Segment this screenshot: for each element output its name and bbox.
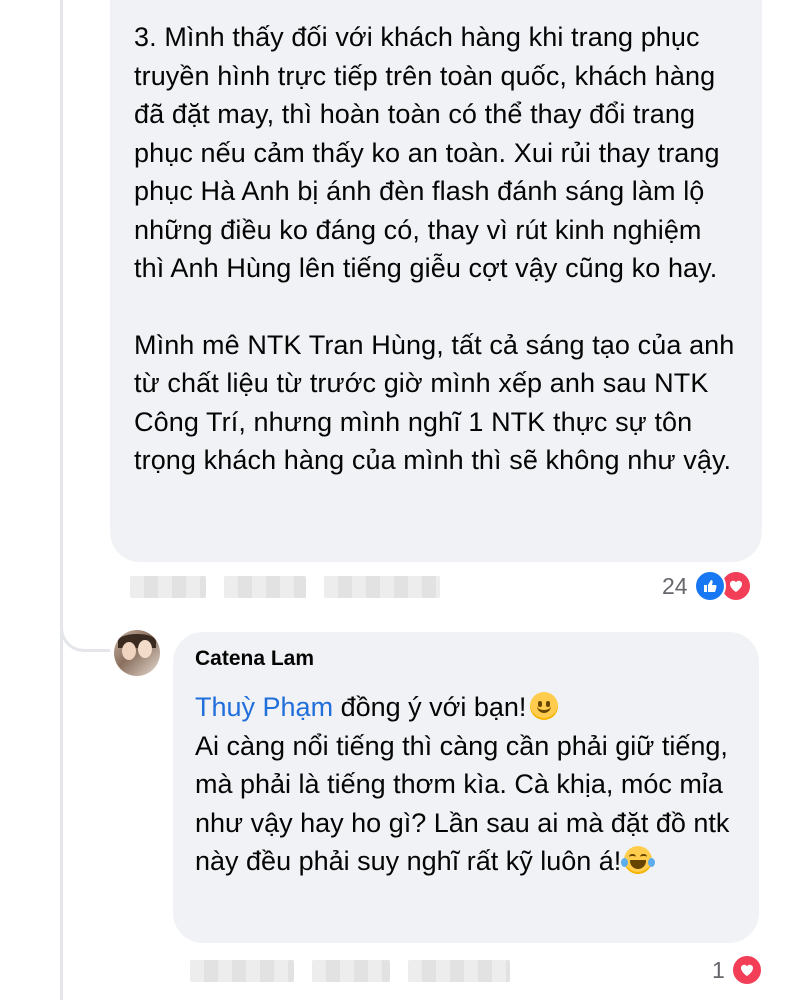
like-link-blurred[interactable]	[130, 576, 206, 598]
timestamp-blurred[interactable]	[324, 576, 440, 598]
thread-line	[60, 0, 63, 1000]
avatar[interactable]	[114, 630, 160, 676]
reaction-count: 24	[662, 572, 688, 599]
reply-line1: đồng ý với bạn!	[333, 692, 527, 722]
mention-link[interactable]: Thuỳ Phạm	[195, 692, 333, 722]
like-icon	[693, 570, 726, 602]
comment-paragraph: Mình mê NTK Tran Hùng, tất cả sáng tạo c…	[134, 329, 735, 476]
love-icon	[730, 954, 763, 986]
like-link-blurred[interactable]	[190, 960, 294, 982]
reply-link-blurred[interactable]	[312, 960, 390, 982]
comment-actions-blurred	[130, 576, 440, 598]
comment-reactions[interactable]: 24	[662, 570, 752, 602]
reply-actions-blurred	[190, 960, 510, 982]
smiling-face-emoji-icon	[530, 692, 559, 720]
reply-author[interactable]: Catena Lam	[195, 646, 737, 672]
timestamp-blurred[interactable]	[408, 960, 510, 982]
thread-connector	[60, 600, 110, 652]
reaction-count: 1	[712, 956, 725, 983]
comment-paragraph: 3. Mình thấy đối với khách hàng khi tran…	[134, 22, 720, 283]
reply-text: Thuỳ Phạm đồng ý với bạn! Ai càng nổi ti…	[195, 688, 737, 881]
comment-bubble: 3. Mình thấy đối với khách hàng khi tran…	[110, 0, 762, 562]
tears-of-joy-emoji-icon	[621, 846, 656, 874]
reply-bubble: Catena Lam Thuỳ Phạm đồng ý với bạn! Ai …	[173, 632, 759, 943]
reply-reactions[interactable]: 1	[712, 954, 763, 986]
reply-link-blurred[interactable]	[224, 576, 306, 598]
